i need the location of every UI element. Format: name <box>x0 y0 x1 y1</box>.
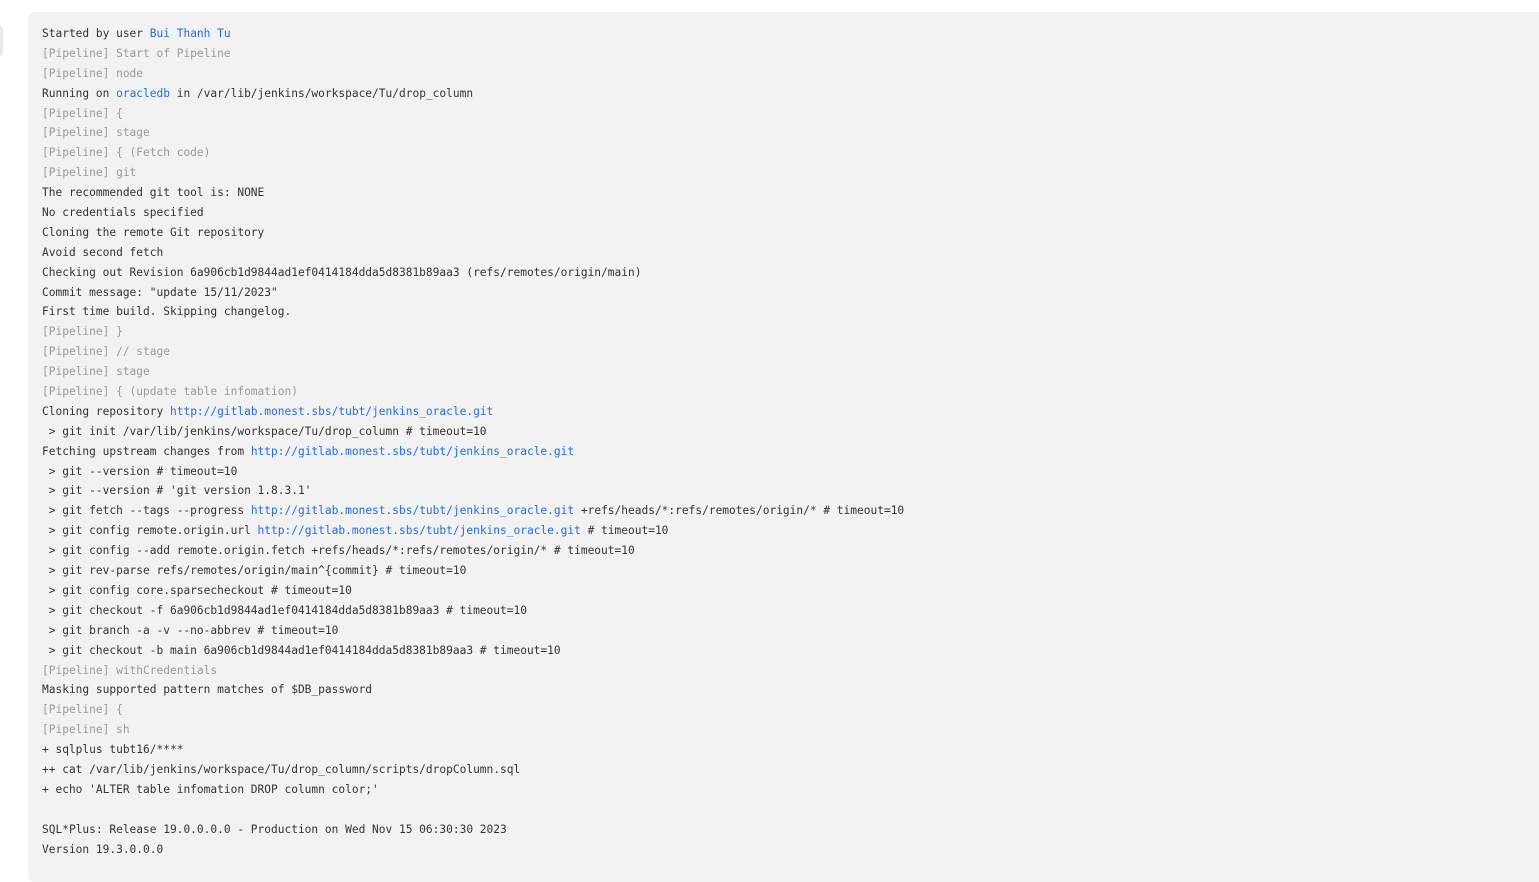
console-line: > git init /var/lib/jenkins/workspace/Tu… <box>42 422 1539 442</box>
console-text: ++ cat /var/lib/jenkins/workspace/Tu/dro… <box>42 762 521 776</box>
console-text: SQL*Plus: Release 19.0.0.0.0 - Productio… <box>42 822 507 836</box>
console-line: The recommended git tool is: NONE <box>42 183 1539 203</box>
pipeline-step-line: [Pipeline] } <box>42 322 1539 342</box>
console-link[interactable]: http://gitlab.monest.sbs/tubt/jenkins_or… <box>258 524 581 537</box>
console-line: First time build. Skipping changelog. <box>42 302 1539 322</box>
pipeline-step-line: [Pipeline] // stage <box>42 342 1539 362</box>
console-line: > git --version # 'git version 1.8.3.1' <box>42 481 1539 501</box>
console-text: > git --version # 'git version 1.8.3.1' <box>42 484 312 498</box>
console-text: [Pipeline] git <box>42 166 137 180</box>
console-text: + sqlplus tubt16/**** <box>42 743 184 757</box>
pipeline-step-line: [Pipeline] { <box>42 700 1539 720</box>
console-line: Version 19.3.0.0.0 <box>42 840 1539 860</box>
console-text: Cloning repository <box>42 404 170 418</box>
console-output: Started by user Bui Thanh Tu [Pipeline] S… <box>28 12 1539 882</box>
console-text: > git fetch --tags --progress <box>42 504 251 518</box>
pipeline-step-line: [Pipeline] withCredentials <box>42 661 1539 681</box>
console-line: > git checkout -b main 6a906cb1d9844ad1e… <box>42 641 1539 661</box>
console-line: Commit message: "update 15/11/2023" <box>42 283 1539 303</box>
console-line: > git fetch --tags --progress http://git… <box>42 501 1539 521</box>
console-text: Started by user <box>42 27 150 40</box>
console-link[interactable]: Bui Thanh Tu <box>150 27 231 40</box>
console-line: Running on oracledb in /var/lib/jenkins/… <box>42 84 1539 104</box>
console-link[interactable]: http://gitlab.monest.sbs/tubt/jenkins_or… <box>251 504 574 517</box>
pipeline-step-line: [Pipeline] stage <box>42 362 1539 382</box>
console-line: + echo 'ALTER table infomation DROP colu… <box>42 780 1539 800</box>
console-text: Version 19.3.0.0.0 <box>42 842 164 856</box>
console-line: Fetching upstream changes from http://gi… <box>42 442 1539 462</box>
console-log: Started by user Bui Thanh Tu [Pipeline] S… <box>42 24 1539 859</box>
console-text: [Pipeline] Start of Pipeline <box>42 46 231 60</box>
console-text: > git checkout -b main 6a906cb1d9844ad1e… <box>42 643 561 657</box>
console-text: > git --version # timeout=10 <box>42 464 238 478</box>
console-line: > git config --add remote.origin.fetch +… <box>42 541 1539 561</box>
console-text: > git init /var/lib/jenkins/workspace/Tu… <box>42 424 487 438</box>
console-text: > git config core.sparsecheckout # timeo… <box>42 583 352 597</box>
console-text: Avoid second fetch <box>42 245 164 259</box>
console-text: > git config remote.origin.url <box>42 524 258 538</box>
console-text: Fetching upstream changes from <box>42 444 251 458</box>
console-text: [Pipeline] { <box>42 703 123 717</box>
console-line: Started by user Bui Thanh Tu <box>42 24 1539 44</box>
console-text: Checking out Revision 6a906cb1d9844ad1ef… <box>42 265 642 279</box>
console-text: > git config --add remote.origin.fetch +… <box>42 544 635 558</box>
console-line: > git checkout -f 6a906cb1d9844ad1ef0414… <box>42 601 1539 621</box>
console-text: [Pipeline] { (Fetch code) <box>42 146 211 160</box>
console-text: No credentials specified <box>42 206 204 220</box>
side-panel-tab[interactable] <box>0 26 3 56</box>
console-text: First time build. Skipping changelog. <box>42 305 292 319</box>
pipeline-step-line: [Pipeline] Start of Pipeline <box>42 44 1539 64</box>
console-link[interactable]: oracledb <box>116 87 170 100</box>
console-text: # timeout=10 <box>580 524 669 538</box>
console-text: > git checkout -f 6a906cb1d9844ad1ef0414… <box>42 603 527 617</box>
console-text: Cloning the remote Git repository <box>42 225 265 239</box>
console-text: [Pipeline] withCredentials <box>42 663 218 677</box>
pipeline-step-line: [Pipeline] sh <box>42 720 1539 740</box>
console-text: + echo 'ALTER table infomation DROP colu… <box>42 782 379 796</box>
console-line: Masking supported pattern matches of $DB… <box>42 680 1539 700</box>
console-line: Cloning the remote Git repository <box>42 223 1539 243</box>
console-line: Avoid second fetch <box>42 243 1539 263</box>
console-text: Commit message: "update 15/11/2023" <box>42 285 278 299</box>
console-text: +refs/heads/*:refs/remotes/origin/* # ti… <box>574 504 905 518</box>
console-text: Running on <box>42 86 117 100</box>
console-text: [Pipeline] sh <box>42 723 130 737</box>
pipeline-step-line: [Pipeline] { (update table infomation) <box>42 382 1539 402</box>
console-line: Checking out Revision 6a906cb1d9844ad1ef… <box>42 263 1539 283</box>
pipeline-step-line: [Pipeline] node <box>42 64 1539 84</box>
pipeline-step-line: [Pipeline] { (Fetch code) <box>42 143 1539 163</box>
console-text: [Pipeline] } <box>42 325 123 339</box>
console-line: > git rev-parse refs/remotes/origin/main… <box>42 561 1539 581</box>
console-text: [Pipeline] stage <box>42 126 150 140</box>
console-line: ++ cat /var/lib/jenkins/workspace/Tu/dro… <box>42 760 1539 780</box>
pipeline-step-line: [Pipeline] stage <box>42 123 1539 143</box>
console-text: [Pipeline] { <box>42 106 123 120</box>
console-text: [Pipeline] stage <box>42 365 150 379</box>
pipeline-step-line: [Pipeline] { <box>42 104 1539 124</box>
console-text: The recommended git tool is: NONE <box>42 186 265 200</box>
console-text: [Pipeline] { (update table infomation) <box>42 385 298 399</box>
console-text: > git branch -a -v --no-abbrev # timeout… <box>42 623 339 637</box>
console-line: Cloning repository http://gitlab.monest.… <box>42 402 1539 422</box>
console-line: + sqlplus tubt16/**** <box>42 740 1539 760</box>
console-line: > git --version # timeout=10 <box>42 462 1539 482</box>
console-link[interactable]: http://gitlab.monest.sbs/tubt/jenkins_or… <box>170 405 493 418</box>
console-text: Masking supported pattern matches of $DB… <box>42 683 373 697</box>
console-text: [Pipeline] node <box>42 66 144 80</box>
console-line: No credentials specified <box>42 203 1539 223</box>
console-text: > git rev-parse refs/remotes/origin/main… <box>42 564 467 578</box>
console-line: > git branch -a -v --no-abbrev # timeout… <box>42 621 1539 641</box>
console-line: SQL*Plus: Release 19.0.0.0.0 - Productio… <box>42 820 1539 840</box>
console-line: > git config core.sparsecheckout # timeo… <box>42 581 1539 601</box>
pipeline-step-line: [Pipeline] git <box>42 163 1539 183</box>
console-link[interactable]: http://gitlab.monest.sbs/tubt/jenkins_or… <box>251 445 574 458</box>
console-text: [Pipeline] // stage <box>42 345 170 359</box>
console-line: > git config remote.origin.url http://gi… <box>42 521 1539 541</box>
console-text: in /var/lib/jenkins/workspace/Tu/drop_co… <box>169 86 474 100</box>
